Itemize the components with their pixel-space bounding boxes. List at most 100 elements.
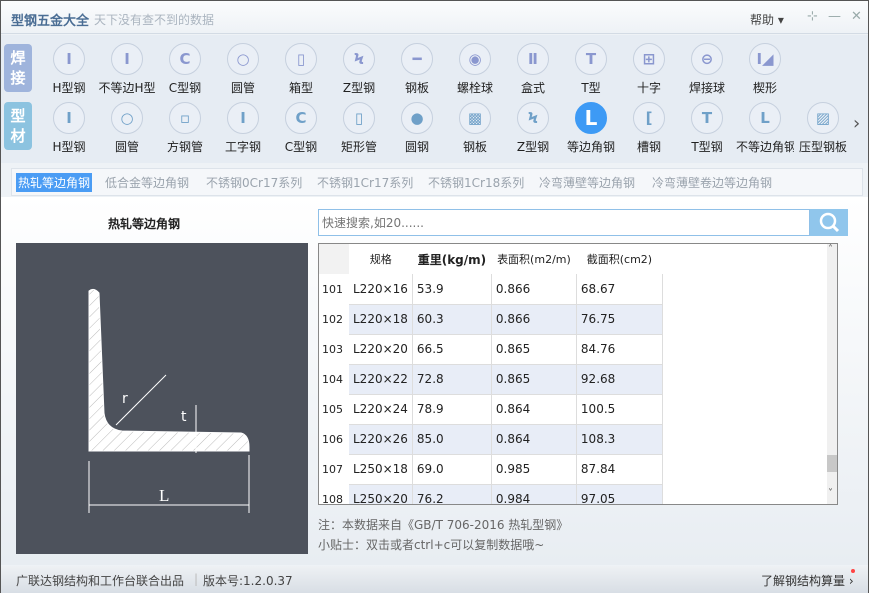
row-index[interactable]: 107 (319, 454, 349, 484)
tool-weld-0[interactable]: I H型钢 (40, 43, 98, 96)
col-spec[interactable]: 规格 (349, 244, 412, 274)
subtab-2[interactable]: 不锈钢0Cr17系列 (206, 174, 302, 191)
tool-profile-10[interactable]: [槽钢 (620, 102, 678, 155)
tool-weld-8[interactable]: Ⅱ 盒式 (504, 43, 562, 96)
tool-profile-3[interactable]: I 工字钢 (214, 102, 272, 155)
tool-weld-3[interactable]: ○ 圆管 (214, 43, 272, 96)
scroll-thumb[interactable] (827, 455, 837, 472)
table-cell[interactable]: 92.68 (576, 364, 663, 395)
table-cell[interactable]: 76.75 (576, 304, 663, 335)
subtab-5[interactable]: 冷弯薄壁等边角钢 (539, 174, 635, 191)
subtab-6[interactable]: 冷弯薄壁卷边等边角钢 (652, 174, 772, 191)
col-surface[interactable]: 表面积(m2/m) (491, 244, 576, 274)
table-cell[interactable]: L220×20 (349, 334, 413, 365)
table-cell[interactable]: 66.5 (412, 334, 492, 365)
col-section[interactable]: 截面积(cm2) (576, 244, 662, 274)
learn-link[interactable]: 了解钢结构算量 › (761, 572, 854, 589)
table-cell[interactable]: 69.0 (412, 454, 492, 485)
tool-profile-5[interactable]: ▯ 矩形管 (330, 102, 388, 155)
table-cell[interactable]: 72.8 (412, 364, 492, 395)
close-button[interactable]: ✕ (851, 9, 862, 24)
table-cell[interactable]: L220×26 (349, 424, 413, 455)
table-row[interactable]: 108 L250×20 76.2 0.984 97.05 (319, 484, 663, 504)
table-row[interactable]: 103 L220×20 66.5 0.865 84.76 (319, 334, 663, 365)
table-cell[interactable]: 0.866 (491, 274, 577, 305)
subtab-4[interactable]: 不锈钢1Cr18系列 (428, 174, 524, 191)
scroll-down-icon[interactable]: ˅ (828, 488, 833, 499)
table-cell[interactable]: 53.9 (412, 274, 492, 305)
tool-weld-12[interactable]: I◢ 楔形 (736, 43, 794, 96)
table-cell[interactable]: 0.866 (491, 304, 577, 335)
tool-weld-10[interactable]: ⊞ 十字 (620, 43, 678, 96)
table-row[interactable]: 106 L220×26 85.0 0.864 108.3 (319, 424, 663, 455)
table-cell[interactable]: 85.0 (412, 424, 492, 455)
tool-profile-6[interactable]: ● 圆钢 (388, 102, 446, 155)
table-cell[interactable]: L250×18 (349, 454, 413, 485)
row-index[interactable]: 102 (319, 304, 349, 334)
table-cell[interactable]: 0.864 (491, 424, 577, 455)
table-cell[interactable]: L220×16 (349, 274, 413, 305)
table-cell[interactable]: 68.67 (576, 274, 663, 305)
tool-profile-7[interactable]: ▩ 钢板 (446, 102, 504, 155)
table-cell[interactable]: 97.05 (576, 484, 663, 504)
next-arrow-icon[interactable]: › (853, 113, 860, 134)
row-index[interactable]: 101 (319, 274, 349, 304)
table-row[interactable]: 105 L220×24 78.9 0.864 100.5 (319, 394, 663, 425)
table-cell[interactable]: L220×22 (349, 364, 413, 395)
subtab-3[interactable]: 不锈钢1Cr17系列 (317, 174, 413, 191)
search-input[interactable] (318, 209, 810, 236)
row-index[interactable]: 104 (319, 364, 349, 394)
table-cell[interactable]: 0.865 (491, 334, 577, 365)
tool-weld-9[interactable]: T T型 (562, 43, 620, 96)
subtab-1[interactable]: 低合金等边角钢 (105, 174, 189, 191)
col-weight[interactable]: 重里(kg/m) (412, 244, 491, 274)
table-cell[interactable]: 76.2 (412, 484, 492, 504)
search-button[interactable] (810, 209, 848, 236)
tool-weld-2[interactable]: C C型钢 (156, 43, 214, 96)
row-index[interactable]: 106 (319, 424, 349, 454)
tool-profile-4[interactable]: C C型钢 (272, 102, 330, 155)
table-cell[interactable]: 0.864 (491, 394, 577, 425)
table-cell[interactable]: 0.865 (491, 364, 577, 395)
tool-profile-13[interactable]: ▨ 压型钢板 (794, 102, 852, 155)
tab-weld[interactable]: 焊接 (4, 44, 32, 92)
minimize-button[interactable]: — (828, 9, 841, 24)
tool-weld-4[interactable]: ▯ 箱型 (272, 43, 330, 96)
tool-profile-8[interactable]: Ϟ Z型钢 (504, 102, 562, 155)
row-index[interactable]: 108 (319, 484, 349, 504)
tool-weld-6[interactable]: ━ 钢板 (388, 43, 446, 96)
table-row[interactable]: 102 L220×18 60.3 0.866 76.75 (319, 304, 663, 335)
table-cell[interactable]: 100.5 (576, 394, 663, 425)
row-index[interactable]: 105 (319, 394, 349, 424)
help-menu[interactable]: 帮助 ▾ (750, 11, 784, 28)
tool-profile-1[interactable]: ○ 圆管 (98, 102, 156, 155)
scroll-up-icon[interactable]: ˄ (828, 244, 833, 255)
table-row[interactable]: 101 L220×16 53.9 0.866 68.67 (319, 274, 663, 305)
tool-weld-5[interactable]: Ϟ Z型钢 (330, 43, 388, 96)
table-cell[interactable]: 87.84 (576, 454, 663, 485)
table-row[interactable]: 107 L250×18 69.0 0.985 87.84 (319, 454, 663, 485)
table-cell[interactable]: 0.985 (491, 454, 577, 485)
table-cell[interactable]: 78.9 (412, 394, 492, 425)
tool-weld-7[interactable]: ◉ 螺栓球 (446, 43, 504, 96)
table-cell[interactable]: 0.984 (491, 484, 577, 504)
tool-profile-0[interactable]: I H型钢 (40, 102, 98, 155)
table-cell[interactable]: L250×20 (349, 484, 413, 504)
table-cell[interactable]: L220×24 (349, 394, 413, 425)
table-cell[interactable]: L220×18 (349, 304, 413, 335)
table-cell[interactable]: 60.3 (412, 304, 492, 335)
subtab-0[interactable]: 热轧等边角钢 (16, 173, 93, 192)
table-row[interactable]: 104 L220×22 72.8 0.865 92.68 (319, 364, 663, 395)
row-index[interactable]: 103 (319, 334, 349, 364)
tool-profile-2[interactable]: ▫ 方钢管 (156, 102, 214, 155)
tool-weld-1[interactable]: I 不等边H型 (98, 43, 156, 96)
tab-profile[interactable]: 型材 (4, 102, 32, 150)
tool-weld-11[interactable]: ⊖ 焊接球 (678, 43, 736, 96)
table-cell[interactable]: 84.76 (576, 334, 663, 365)
pin-icon[interactable]: ⊹ (807, 9, 818, 24)
tool-profile-12[interactable]: L 不等边角钢 (736, 102, 794, 155)
tool-profile-9[interactable]: L 等边角钢 (562, 102, 620, 155)
table-cell[interactable]: 108.3 (576, 424, 663, 455)
tool-profile-11[interactable]: T T型钢 (678, 102, 736, 155)
table-scrollbar[interactable]: ˄ ˅ (827, 244, 837, 504)
